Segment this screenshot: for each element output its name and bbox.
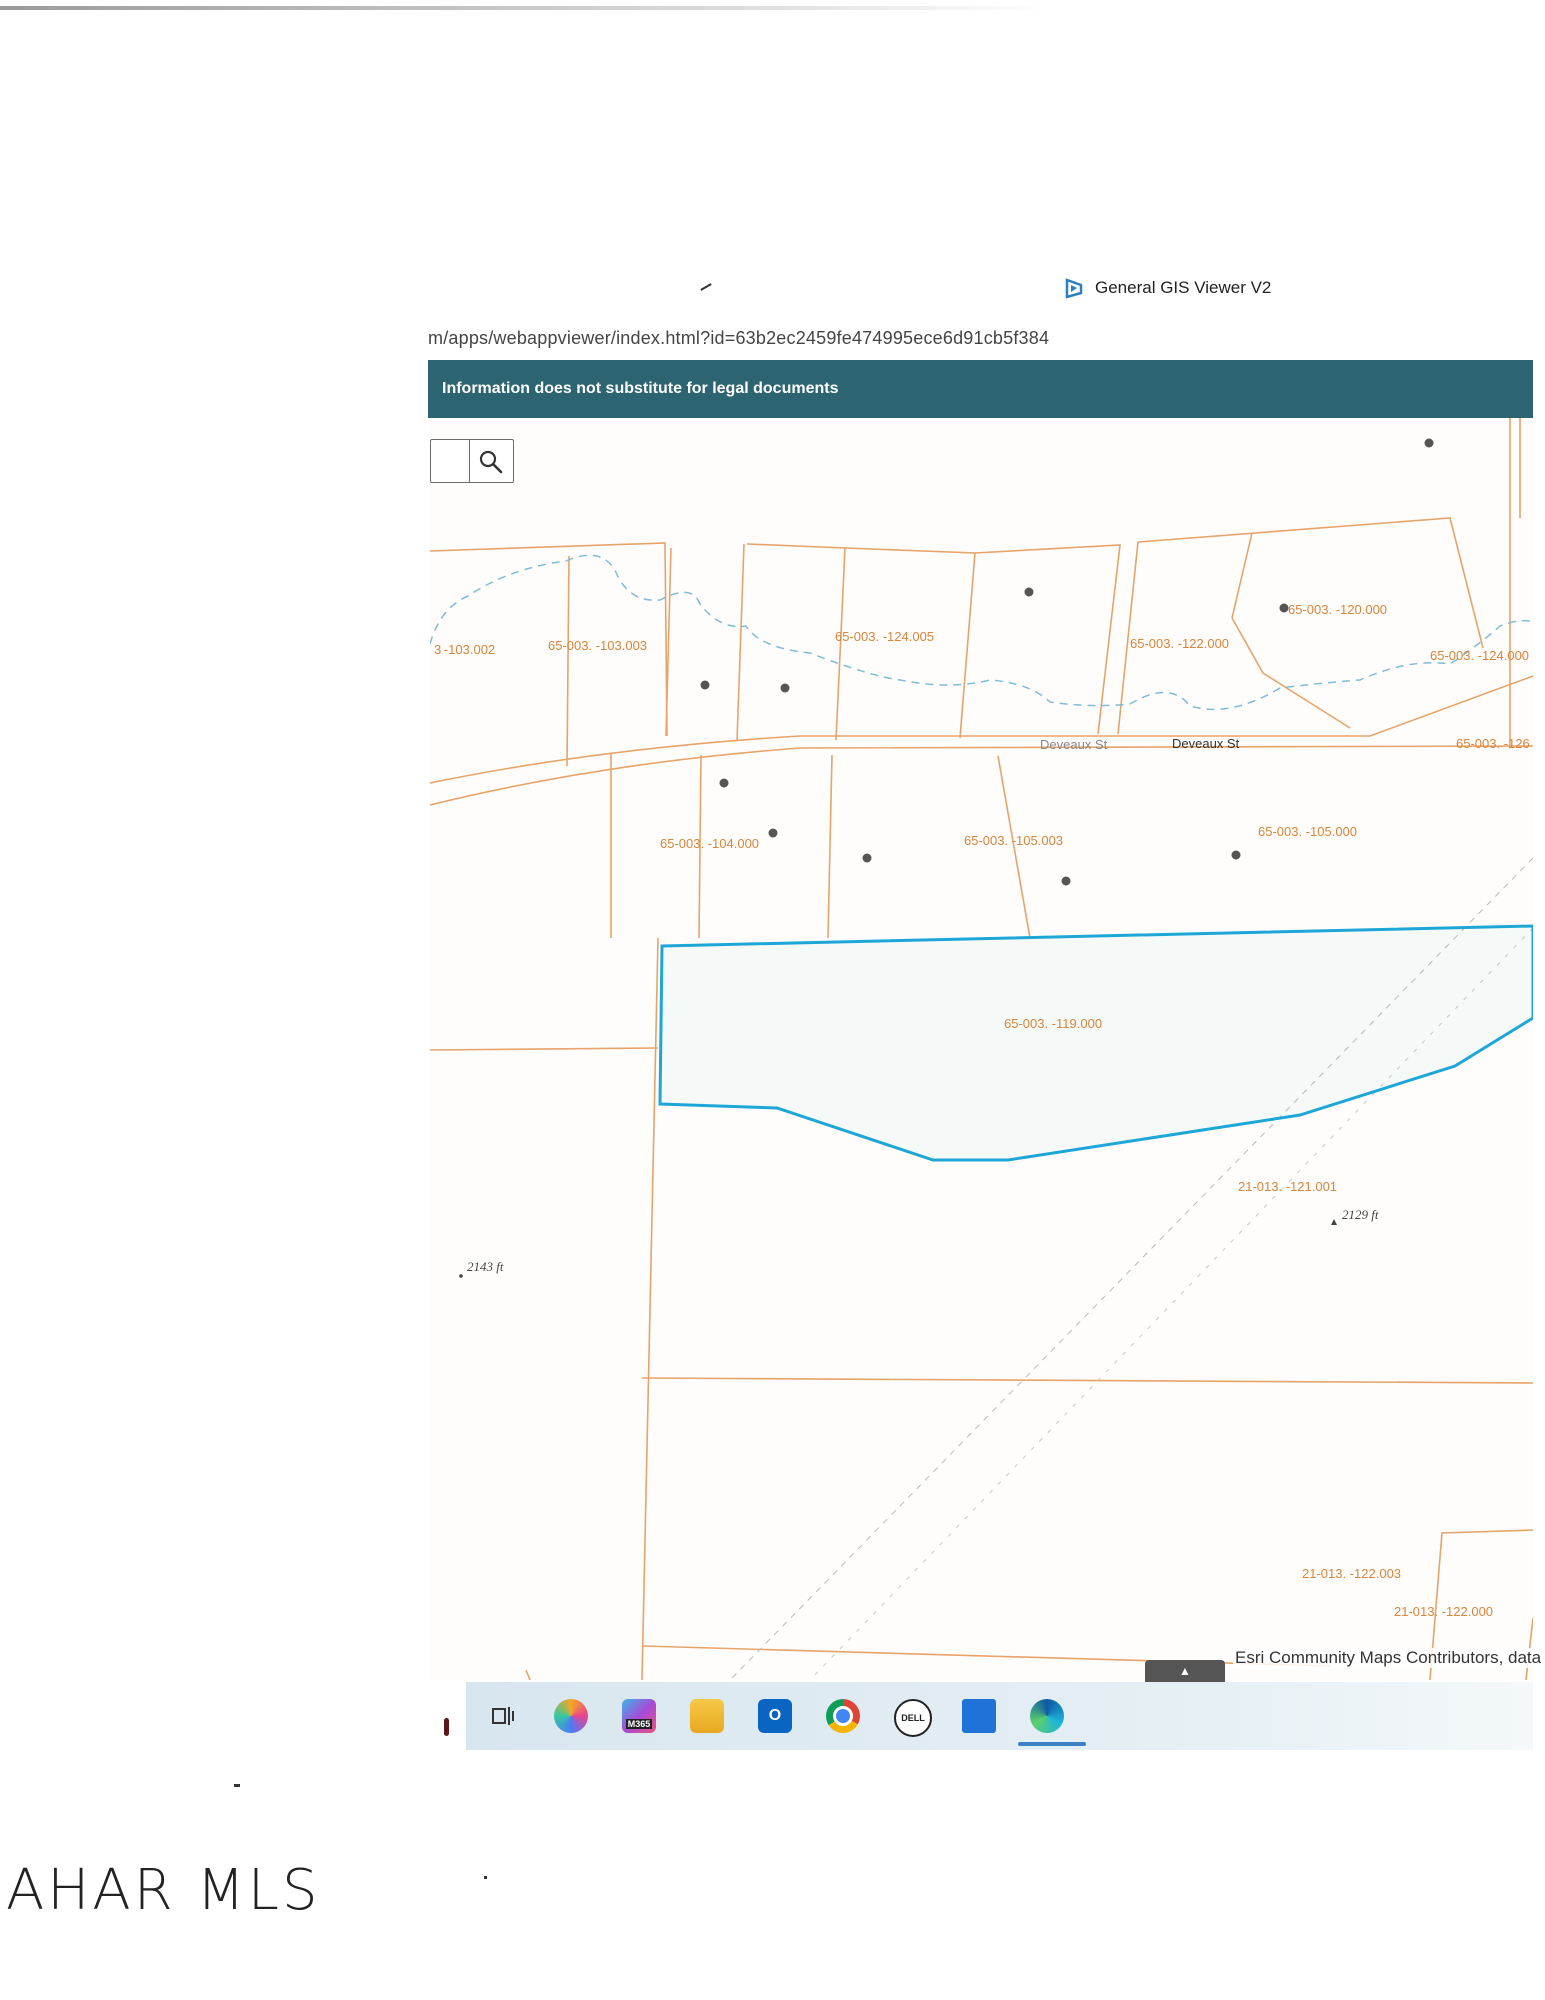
scan-speck [234,1784,240,1787]
elevation-label: 2129 ft [1342,1207,1379,1222]
parcel-label: 65-003. -122.000 [1130,636,1229,651]
scan-speck [444,1718,449,1736]
street-label: Deveaux St [1040,737,1108,752]
street-label-group: Deveaux St Deveaux St [1040,736,1240,752]
copilot-icon[interactable] [554,1699,588,1733]
map-canvas[interactable]: 3 -103.002 65-003. -103.003 65-003. -124… [430,418,1533,1680]
parcel-label: 21-013. -122.003 [1302,1566,1401,1581]
scan-speck [484,1876,487,1879]
parcel-label: 65-003. -105.000 [1258,824,1357,839]
outlook-icon[interactable]: O [758,1699,792,1733]
pen-mark [700,283,712,291]
parcel-label: 21-013. -121.001 [1238,1179,1337,1194]
selected-parcel-outline [658,924,1533,1162]
watermark-ahar-mls: AHAR MLS [6,1858,321,1923]
parcel-label: 65-003. -103.003 [548,638,647,653]
parcel-label: 65-003. -124.005 [835,629,934,644]
search-divider [469,440,470,482]
attribution-expand-button[interactable]: ▲ [1145,1660,1225,1682]
map-search-box[interactable] [430,439,514,483]
app-title: General GIS Viewer V2 [1095,278,1272,297]
disclaimer-banner: Information does not substitute for lega… [428,360,1533,418]
chevron-up-icon: ▲ [1179,1664,1191,1678]
search-icon[interactable] [477,448,505,476]
address-bar-url[interactable]: m/apps/webappviewer/index.html?id=63b2ec… [428,328,1049,349]
banner-text: Information does not substitute for lega… [442,380,839,397]
elevation-label-group: 2143 ft 2129 ft [459,1207,1379,1278]
dell-icon[interactable]: DELL [894,1699,932,1737]
parcel-label: 3 -103.002 [434,642,495,657]
chrome-center [833,1706,853,1726]
m365-icon[interactable]: M365 [622,1699,656,1733]
app-icon[interactable] [962,1699,996,1733]
parcel-label: 65-003. -105.003 [964,833,1063,848]
stream-line [430,554,1533,711]
parcel-label: 65-003. -126 [1456,736,1530,751]
dell-label: DELL [901,1713,925,1723]
arcgis-logo-icon [1065,278,1083,299]
active-app-indicator [1018,1742,1086,1746]
parcel-label: 65-003. -119.000 [1004,1016,1102,1031]
map-attribution: Esri Community Maps Contributors, data [1233,1648,1544,1668]
map-view[interactable]: 3 -103.002 65-003. -103.003 65-003. -124… [430,418,1533,1680]
parcel-label: 65-003. -124.000 [1430,648,1529,663]
task-view-icon[interactable] [486,1699,520,1733]
chrome-icon[interactable] [826,1699,860,1733]
parcel-label: 65-003. -120.000 [1288,602,1387,617]
scan-edge [0,6,1050,10]
parcel-label: 21-013. -122.000 [1394,1604,1493,1619]
windows-taskbar: M365 O DELL [466,1682,1533,1750]
elevation-label: 2143 ft [467,1259,504,1274]
address-points [700,438,1434,886]
app-title-bar: General GIS Viewer V2 [1063,275,1271,301]
street-label: Deveaux St [1172,736,1240,751]
outlook-letter: O [768,1707,782,1724]
parcel-label: 65-003. -104.000 [660,836,759,851]
file-explorer-icon[interactable] [690,1699,724,1733]
edge-icon[interactable] [1030,1699,1064,1733]
m365-label: M365 [625,1719,653,1729]
